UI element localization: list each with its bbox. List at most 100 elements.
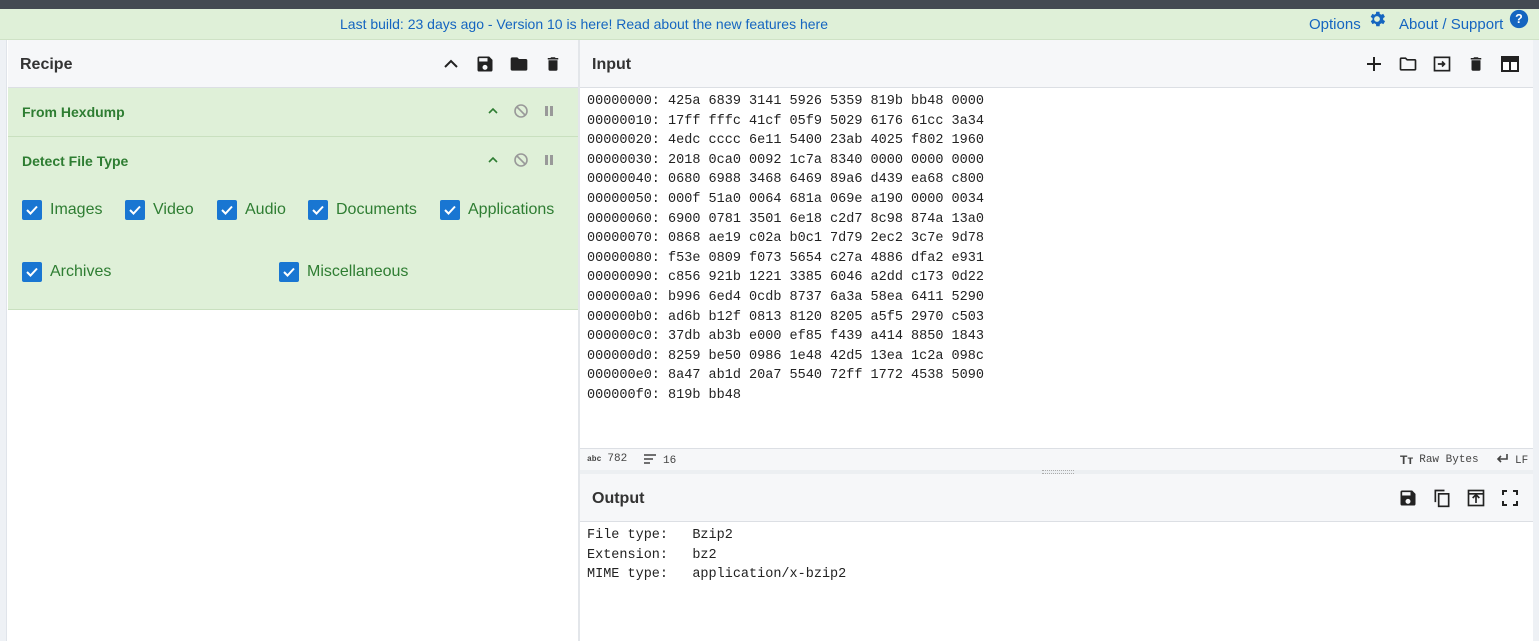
replace-input-icon[interactable] (1465, 487, 1487, 509)
options-label: Options (1309, 16, 1361, 33)
operation-name: From Hexdump (22, 104, 125, 120)
checkbox-archives[interactable]: Archives (22, 262, 111, 282)
about-label: About / Support (1399, 16, 1504, 33)
load-recipe-folder-icon[interactable] (508, 53, 530, 75)
notice-link[interactable]: here (800, 16, 828, 32)
pause-icon[interactable] (540, 151, 558, 169)
chevron-up-icon[interactable] (484, 102, 502, 120)
disable-icon[interactable] (512, 102, 530, 120)
operation-controls (484, 102, 558, 120)
help-icon: ? (1509, 9, 1529, 40)
output-header: Output (580, 474, 1533, 522)
recipe-header: Recipe (8, 40, 578, 88)
text-line: 00000050: 000f 51a0 0064 681a 069e a190 … (587, 191, 984, 207)
checkmark-icon (217, 200, 237, 220)
text-line: 000000b0: ad6b b12f 0813 8120 8205 a5f5 … (587, 309, 984, 325)
save-output-icon[interactable] (1397, 487, 1419, 509)
checkbox-video[interactable]: Video (125, 200, 194, 220)
disable-icon[interactable] (512, 151, 530, 169)
operation-controls (484, 151, 558, 169)
text-line: 00000080: f53e 0809 f073 5654 c27a 4886 … (587, 250, 984, 266)
text-line: 00000010: 17ff fffc 41cf 05f9 5029 6176 … (587, 113, 984, 129)
text-line: 00000060: 6900 0781 3501 6e18 c2d7 8c98 … (587, 211, 984, 227)
encoding-value: Raw Bytes (1419, 454, 1479, 466)
checkbox-label: Video (153, 201, 194, 218)
operation-detect-file-type[interactable]: Detect File Type Images Video Audio Docu… (8, 137, 578, 310)
text-line: 000000d0: 8259 be50 0986 1e48 42d5 13ea … (587, 348, 984, 364)
notice-banner: Last build: 23 days ago - Version 10 is … (0, 9, 1539, 40)
clear-input-trash-icon[interactable] (1465, 53, 1487, 75)
text-encoding-icon: Tт (1400, 453, 1414, 467)
recipe-pane: Recipe From Hexdump Detect File Type Ima… (8, 40, 578, 641)
text-line: 00000000: 425a 6839 3141 5926 5359 819b … (587, 94, 984, 109)
save-recipe-icon[interactable] (474, 53, 496, 75)
text-line: 000000c0: 37db ab3b e000 ef85 f439 a414 … (587, 329, 984, 345)
pause-icon[interactable] (540, 102, 558, 120)
chevron-up-icon[interactable] (484, 151, 502, 169)
checkbox-miscellaneous[interactable]: Miscellaneous (279, 262, 408, 282)
checkmark-icon (308, 200, 328, 220)
checkbox-label: Images (50, 201, 103, 218)
line-count-value: 16 (663, 455, 677, 467)
checkbox-label: Audio (245, 201, 286, 218)
output-title: Output (592, 490, 645, 507)
eol-value: LF (1515, 455, 1529, 467)
lines-icon (643, 453, 657, 469)
svg-text:?: ? (1515, 12, 1523, 26)
checkmark-icon (440, 200, 460, 220)
copy-output-icon[interactable] (1431, 487, 1453, 509)
output-toolbar (1385, 487, 1521, 509)
text-line: 00000070: 0868 ae19 c02a b0c1 7d79 2ec2 … (587, 231, 984, 247)
add-input-plus-icon[interactable] (1363, 53, 1385, 75)
text-line: 000000a0: b996 6ed4 0cdb 8737 6a3a 58ea … (587, 289, 984, 305)
open-folder-icon[interactable] (1397, 53, 1419, 75)
maximise-icon[interactable] (1499, 487, 1521, 509)
options-button[interactable]: Options (1309, 9, 1387, 40)
text-line: MIME type: application/x-bzip2 (587, 567, 847, 583)
input-toolbar (1351, 53, 1521, 75)
input-header: Input (580, 40, 1533, 88)
text-line: 00000090: c856 921b 1221 3385 6046 a2dd … (587, 270, 984, 286)
clear-recipe-trash-icon[interactable] (542, 53, 564, 75)
line-count: 16 (643, 453, 676, 469)
left-edge-panel (0, 40, 7, 641)
checkbox-label: Documents (336, 201, 417, 218)
eol-selector[interactable]: LF (1495, 453, 1528, 469)
checkbox-images[interactable]: Images (22, 200, 102, 220)
window-top-strip (0, 0, 1539, 9)
checkbox-label: Miscellaneous (307, 263, 409, 280)
collapse-all-icon[interactable] (440, 53, 462, 75)
operation-name: Detect File Type (22, 153, 129, 169)
input-pane: Input 00000000: 425a 6839 3141 5926 5359… (580, 40, 1533, 473)
open-file-import-icon[interactable] (1431, 53, 1453, 75)
encoding-selector[interactable]: Tт Raw Bytes (1400, 453, 1479, 467)
output-pane: Output File type: Bzip2 Extension: bz2 MIM… (580, 474, 1533, 641)
checkmark-icon (22, 262, 42, 282)
about-support-button[interactable]: About / Support ? (1399, 9, 1529, 40)
reset-layout-icon[interactable] (1499, 53, 1521, 75)
text-line: 000000f0: 819b bb48 (587, 387, 741, 403)
recipe-toolbar (428, 53, 564, 75)
output-textarea[interactable]: File type: Bzip2 Extension: bz2 MIME type:… (580, 522, 1533, 641)
checkmark-icon (125, 200, 145, 220)
checkmark-icon (22, 200, 42, 220)
checkbox-label: Archives (50, 263, 112, 280)
input-textarea[interactable]: 00000000: 425a 6839 3141 5926 5359 819b … (580, 88, 1533, 448)
right-edge (1533, 40, 1539, 641)
checkbox-documents[interactable]: Documents (308, 200, 417, 220)
version-notice-text: Last build: 23 days ago - Version 10 is … (340, 16, 800, 32)
operation-from-hexdump[interactable]: From Hexdump (8, 88, 578, 137)
abc-icon: abc (587, 454, 602, 464)
checkmark-icon (279, 262, 299, 282)
text-line: 000000e0: 8a47 ab1d 20a7 5540 72ff 1772 … (587, 368, 984, 384)
text-line: File type: Bzip2 (587, 528, 733, 543)
input-status-bar: abc 782 16 Tт Raw Bytes LF (580, 448, 1533, 470)
version-notice: Last build: 23 days ago - Version 10 is … (0, 9, 1168, 40)
checkbox-label: Applications (468, 201, 555, 218)
recipe-title: Recipe (20, 56, 73, 73)
checkbox-applications[interactable]: Applications (440, 200, 554, 220)
char-count: abc 782 (587, 453, 627, 465)
gear-icon (1367, 9, 1387, 40)
return-icon (1495, 453, 1509, 469)
checkbox-audio[interactable]: Audio (217, 200, 286, 220)
